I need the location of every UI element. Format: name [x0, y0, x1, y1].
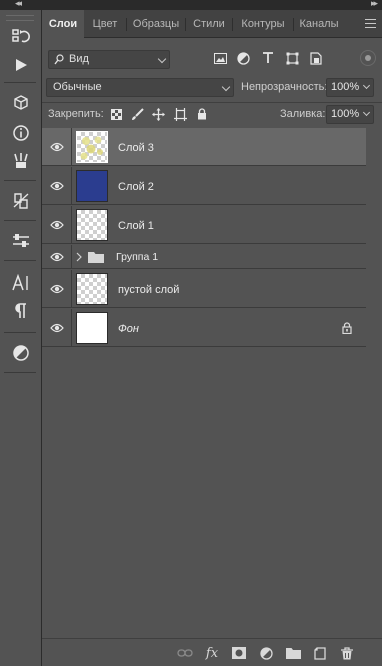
info-icon[interactable]: [9, 122, 33, 144]
history-icon[interactable]: [9, 26, 33, 48]
eye-icon[interactable]: [50, 284, 64, 294]
chevron-down-icon: [362, 81, 371, 90]
filter-toggle-dot: [365, 55, 371, 61]
layer-thumbnail: [76, 312, 108, 344]
eye-icon[interactable]: [50, 252, 64, 262]
layer-thumbnail: [76, 170, 108, 202]
lock-all-icon[interactable]: [194, 106, 210, 122]
chevron-down-icon: [157, 54, 167, 64]
character-icon[interactable]: [9, 272, 33, 294]
clone-source-icon[interactable]: [9, 190, 33, 212]
tab-styles[interactable]: Стили: [186, 10, 232, 38]
blend-mode-select[interactable]: Обычные: [46, 78, 234, 97]
fill-input[interactable]: 100%: [326, 105, 374, 124]
folder-icon: [88, 252, 104, 263]
layer-name[interactable]: Слой 3: [118, 142, 154, 154]
layer-filter-label: Вид: [69, 53, 89, 65]
shape-filter-icon[interactable]: [284, 50, 300, 66]
lock-artboard-icon[interactable]: [172, 106, 188, 122]
tool-separator: [4, 220, 36, 221]
layer-name[interactable]: пустой слой: [118, 284, 179, 296]
delete-layer-trash-icon[interactable]: [339, 646, 355, 660]
lock-transparent-pixels-icon[interactable]: [108, 106, 124, 122]
layer-name[interactable]: Слой 2: [118, 181, 154, 193]
adjustments-sliders-icon[interactable]: [9, 230, 33, 252]
layer-row-sloy-1[interactable]: Слой 1: [42, 206, 366, 244]
tool-separator: [4, 332, 36, 333]
layer-filter-select[interactable]: Вид: [48, 50, 170, 69]
actions-play-icon[interactable]: [9, 54, 33, 76]
tool-separator: [4, 260, 36, 261]
tool-separator: [4, 180, 36, 181]
layers-bottom-bar: fx: [42, 638, 382, 666]
layer-locked-icon: [342, 322, 352, 334]
layer-row-fon[interactable]: Фон: [42, 309, 366, 347]
layer-thumbnail: [76, 209, 108, 241]
collapse-toolbar-icon[interactable]: ◂◂: [15, 0, 22, 9]
divider: [42, 102, 382, 103]
tool-strip: [0, 10, 42, 666]
layer-row-sloy-2[interactable]: Слой 2: [42, 167, 366, 205]
layers-panel: Слои Цвет Образцы Стили Контуры Каналы В…: [42, 10, 382, 666]
layer-thumbnail-content: [80, 136, 103, 160]
layer-row-pustoy-sloy[interactable]: пустой слой: [42, 270, 366, 308]
paragraph-icon[interactable]: [9, 300, 33, 322]
top-strip: ◂◂ ▸▸: [0, 0, 382, 10]
tab-swatches[interactable]: Образцы: [127, 10, 185, 38]
fill-value: 100%: [331, 108, 360, 120]
eye-icon[interactable]: [50, 142, 64, 152]
tab-paths[interactable]: Контуры: [233, 10, 293, 38]
link-layers-icon[interactable]: [177, 646, 193, 660]
3d-icon[interactable]: [9, 92, 33, 114]
layer-row-sloy-3[interactable]: Слой 3: [42, 128, 366, 166]
lock-position-move-icon[interactable]: [150, 106, 166, 122]
tab-color[interactable]: Цвет: [84, 10, 126, 38]
eye-icon[interactable]: [50, 220, 64, 230]
chevron-down-icon: [221, 82, 231, 92]
smart-object-filter-icon[interactable]: [308, 50, 324, 66]
chevron-down-icon: [362, 108, 371, 117]
opacity-value: 100%: [331, 81, 360, 93]
new-group-folder-icon[interactable]: [285, 646, 301, 660]
search-icon: [54, 51, 64, 72]
layer-name[interactable]: Слой 1: [118, 220, 154, 232]
layer-thumbnail: [76, 131, 108, 163]
lock-label: Закрепить:: [48, 108, 104, 120]
layer-name[interactable]: Фон: [118, 323, 139, 335]
type-filter-icon[interactable]: [260, 50, 276, 66]
opacity-label: Непрозрачность:: [241, 81, 328, 93]
tool-separator: [4, 372, 36, 373]
fill-label: Заливка:: [280, 108, 326, 120]
add-mask-icon[interactable]: [231, 646, 247, 660]
lock-image-pixels-brush-icon[interactable]: [129, 106, 145, 122]
eye-icon[interactable]: [50, 181, 64, 191]
collapse-panel-icon[interactable]: ▸▸: [371, 0, 378, 9]
brush-presets-icon[interactable]: [9, 150, 33, 172]
filter-toggle-button[interactable]: [360, 50, 376, 66]
tab-layers[interactable]: Слои: [42, 10, 84, 38]
opacity-input[interactable]: 100%: [326, 78, 374, 97]
layer-thumbnail: [76, 273, 108, 305]
panel-menu-icon[interactable]: [365, 19, 376, 28]
layer-style-fx-icon[interactable]: fx: [204, 646, 220, 661]
panel-tabs: Слои Цвет Образцы Стили Контуры Каналы: [42, 10, 382, 38]
tab-channels[interactable]: Каналы: [294, 10, 344, 38]
blend-mode-value: Обычные: [53, 81, 102, 93]
adjustment-filter-icon[interactable]: [235, 50, 251, 66]
image-filter-icon[interactable]: [212, 50, 228, 66]
new-layer-icon[interactable]: [312, 646, 328, 660]
new-adjustment-layer-icon[interactable]: [258, 646, 274, 660]
tool-separator: [4, 82, 36, 83]
properties-icon[interactable]: [9, 342, 33, 364]
tool-strip-grip[interactable]: [6, 15, 34, 21]
layer-name[interactable]: Группа 1: [116, 251, 158, 263]
layer-row-gruppa-1[interactable]: Группа 1: [42, 245, 366, 269]
chevron-right-icon[interactable]: [76, 252, 82, 262]
eye-icon[interactable]: [50, 323, 64, 333]
